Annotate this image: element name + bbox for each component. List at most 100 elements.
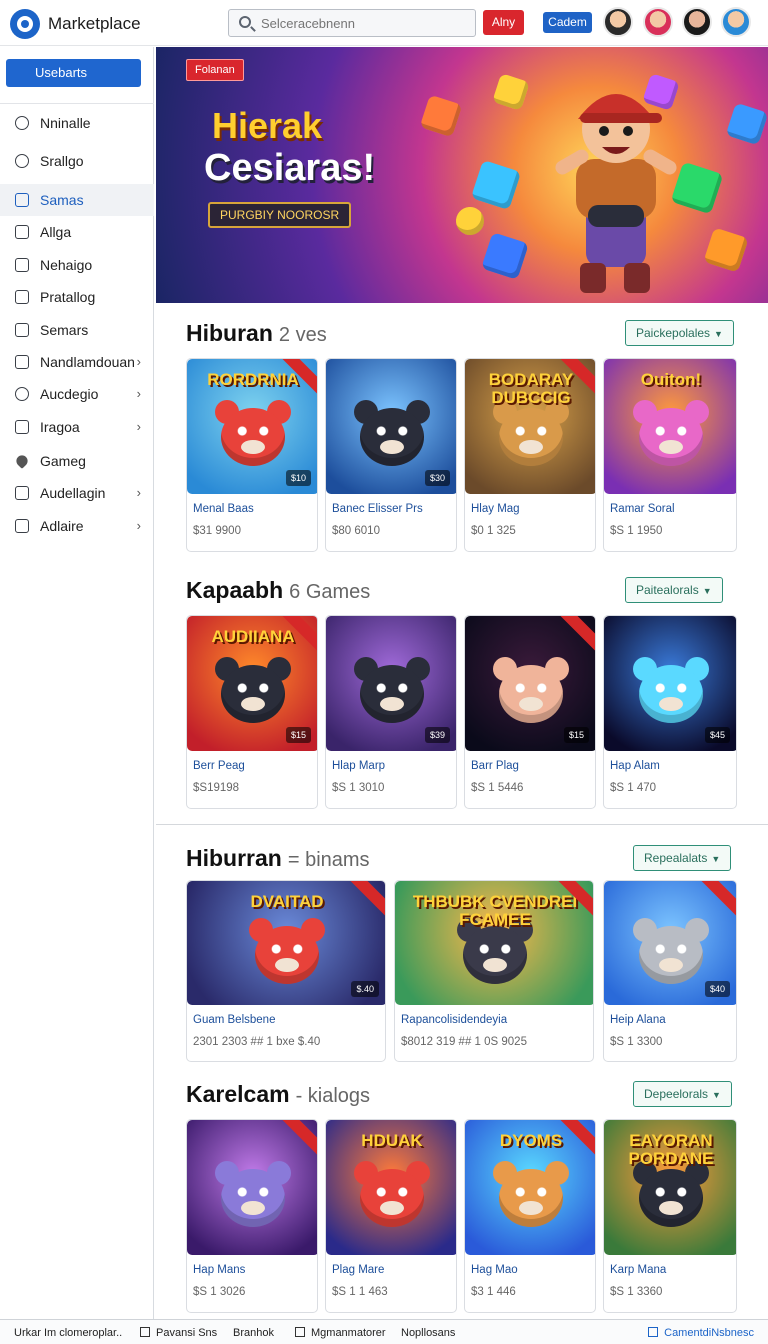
game-card[interactable]: HDUAK Plag Mare $S 1 1 463 <box>325 1119 457 1313</box>
character-face <box>639 1168 703 1227</box>
game-thumbnail[interactable]: $30 <box>326 359 456 494</box>
footer-item[interactable]: Branhok <box>233 1327 274 1339</box>
thumbnail-title: BODARAY DUBCCIG <box>488 370 574 407</box>
sidebar-item[interactable]: Allga <box>0 216 154 248</box>
game-thumbnail[interactable]: HDUAK <box>326 1120 456 1255</box>
game-thumbnail[interactable]: DYOMS <box>465 1120 595 1255</box>
section-title-main: Kapaabh <box>186 577 284 603</box>
game-card[interactable]: THBUBK CVENDREI FCAMEE Rapancolisidendeyi… <box>394 880 594 1062</box>
sidebar-item-label: Aucdegio <box>40 386 99 402</box>
game-section: Hiburran = binams Repealalats ▼ DVAITAD $.40 G… <box>156 845 768 1085</box>
search-box[interactable] <box>228 9 476 37</box>
game-card[interactable]: RORDRNIA $10 Menal Baas $31 9900 <box>186 358 318 552</box>
game-name[interactable]: Ramar Soral <box>610 503 675 515</box>
game-name[interactable]: Hap Mans <box>193 1264 245 1276</box>
search-input[interactable] <box>261 14 469 32</box>
sidebar-item[interactable]: Iragoa › <box>0 411 154 443</box>
sidebar-item[interactable]: Gameg <box>0 445 154 477</box>
footer-item[interactable]: Urkar Im clomeroplar.. <box>14 1327 122 1339</box>
footer-item[interactable]: Nopllosans <box>401 1327 455 1339</box>
game-thumbnail[interactable] <box>187 1120 317 1255</box>
sidebar-item[interactable]: Semars <box>0 314 154 346</box>
game-name[interactable]: Guam Belsbene <box>193 1014 275 1026</box>
game-name[interactable]: Banec Elisser Prs <box>332 503 423 515</box>
new-ribbon <box>698 881 736 921</box>
game-thumbnail[interactable]: $40 <box>604 881 736 1005</box>
logo-icon[interactable] <box>10 9 40 39</box>
footer-item[interactable]: Pavansi Sns <box>140 1327 217 1339</box>
avatar[interactable] <box>603 7 633 37</box>
red-action-button[interactable]: Alny <box>483 10 524 35</box>
sidebar-item[interactable]: Nninalle <box>0 107 154 139</box>
game-thumbnail[interactable]: THBUBK CVENDREI FCAMEE <box>395 881 593 1005</box>
sidebar-top-button[interactable]: Usebarts <box>6 59 141 87</box>
sidebar-item[interactable]: Audellagin › <box>0 477 154 509</box>
game-card[interactable]: Hap Mans $S 1 3026 <box>186 1119 318 1313</box>
sidebar-item[interactable]: Srallgo <box>0 145 154 177</box>
checkbox-icon <box>140 1327 150 1337</box>
section-filter-dropdown[interactable]: Paickepolales ▼ <box>625 320 734 346</box>
folder-icon <box>15 486 29 500</box>
avatar[interactable] <box>643 7 673 37</box>
hero-banner[interactable]: Folanan Hierak Cesiaras! PURGBIY NOOROSR <box>156 47 768 303</box>
sidebar-item-label: Gameg <box>40 453 86 469</box>
game-card[interactable]: DVAITAD $.40 Guam Belsbene 2301 2303 ## 1 b… <box>186 880 386 1062</box>
sidebar-item[interactable]: Adlaire › <box>0 510 154 542</box>
game-name[interactable]: Rapancolisidendeyia <box>401 1014 507 1026</box>
game-name[interactable]: Barr Plag <box>471 760 519 772</box>
character-mouth <box>659 1200 683 1215</box>
hero-title-line1: Hierak <box>212 105 323 146</box>
game-name[interactable]: Karp Mana <box>610 1264 666 1276</box>
avatar[interactable] <box>682 7 712 37</box>
game-thumbnail[interactable]: BODARAY DUBCCIG <box>465 359 595 494</box>
game-thumbnail[interactable]: $39 <box>326 616 456 751</box>
game-thumbnail[interactable]: DVAITAD $.40 <box>187 881 385 1005</box>
section-filter-dropdown[interactable]: Depeelorals ▼ <box>633 1081 732 1107</box>
game-name[interactable]: Hlap Marp <box>332 760 385 772</box>
game-thumbnail[interactable]: EAYORAN PORDANE <box>604 1120 736 1255</box>
blue-action-button[interactable]: Cadem <box>543 12 592 33</box>
game-card[interactable]: BODARAY DUBCCIG Hlay Mag $0 1 325 <box>464 358 596 552</box>
game-name[interactable]: Plag Mare <box>332 1264 384 1276</box>
section-filter-dropdown[interactable]: Repealalats ▼ <box>633 845 732 871</box>
character-mouth <box>659 696 683 711</box>
sidebar-item[interactable]: Nehaigo <box>0 249 154 281</box>
character-face <box>221 1168 285 1227</box>
game-card[interactable]: EAYORAN PORDANE Karp Mana $S 1 3360 <box>603 1119 737 1313</box>
footer-item[interactable]: Mgmanmatorer <box>295 1327 386 1339</box>
game-card[interactable]: Ouiton! Ramar Soral $S 1 1950 <box>603 358 737 552</box>
game-name[interactable]: Berr Peag <box>193 760 245 772</box>
game-card[interactable]: $15 Barr Plag $S 1 5446 <box>464 615 596 809</box>
game-thumbnail[interactable]: Ouiton! <box>604 359 736 494</box>
game-card[interactable]: AUDIIANA $15 Berr Peag $S19198 <box>186 615 318 809</box>
sidebar-item[interactable]: Aucdegio › <box>0 378 154 410</box>
hero-cta-button[interactable]: PURGBIY NOOROSR <box>208 202 352 228</box>
game-thumbnail[interactable]: AUDIIANA $15 <box>187 616 317 751</box>
game-thumbnail[interactable]: RORDRNIA $10 <box>187 359 317 494</box>
new-ribbon <box>557 616 595 656</box>
game-name[interactable]: Heip Alana <box>610 1014 666 1026</box>
sidebar-item[interactable]: Samas <box>0 184 154 216</box>
game-card[interactable]: $39 Hlap Marp $S 1 3010 <box>325 615 457 809</box>
game-thumbnail[interactable]: $15 <box>465 616 595 751</box>
game-card[interactable]: $30 Banec Elisser Prs $80 6010 <box>325 358 457 552</box>
footer-right-link[interactable]: CamentdiNsbnesc <box>648 1327 754 1339</box>
game-name[interactable]: Hlay Mag <box>471 503 520 515</box>
game-card[interactable]: $45 Hap Alam $S 1 470 <box>603 615 737 809</box>
game-name[interactable]: Hap Alam <box>610 760 660 772</box>
sidebar-item[interactable]: Nandlamdouan › <box>0 346 154 378</box>
sidebar-item[interactable]: Pratallog <box>0 281 154 313</box>
game-thumbnail[interactable]: $45 <box>604 616 736 751</box>
game-card[interactable]: $40 Heip Alana $S 1 3300 <box>603 880 737 1062</box>
sidebar-item-label: Srallgo <box>40 153 84 169</box>
section-filter-dropdown[interactable]: Paitealorals ▼ <box>625 577 723 603</box>
game-name[interactable]: Hag Mao <box>471 1264 518 1276</box>
sidebar-item-label: Allga <box>40 224 72 240</box>
avatar[interactable] <box>721 7 751 37</box>
game-name[interactable]: Menal Baas <box>193 503 254 515</box>
game-card[interactable]: DYOMS Hag Mao $3 1 446 <box>464 1119 596 1313</box>
character-face <box>360 407 424 466</box>
checkbox-icon <box>295 1327 305 1337</box>
character-eyes <box>513 1186 549 1197</box>
chevron-right-icon: › <box>136 386 141 401</box>
